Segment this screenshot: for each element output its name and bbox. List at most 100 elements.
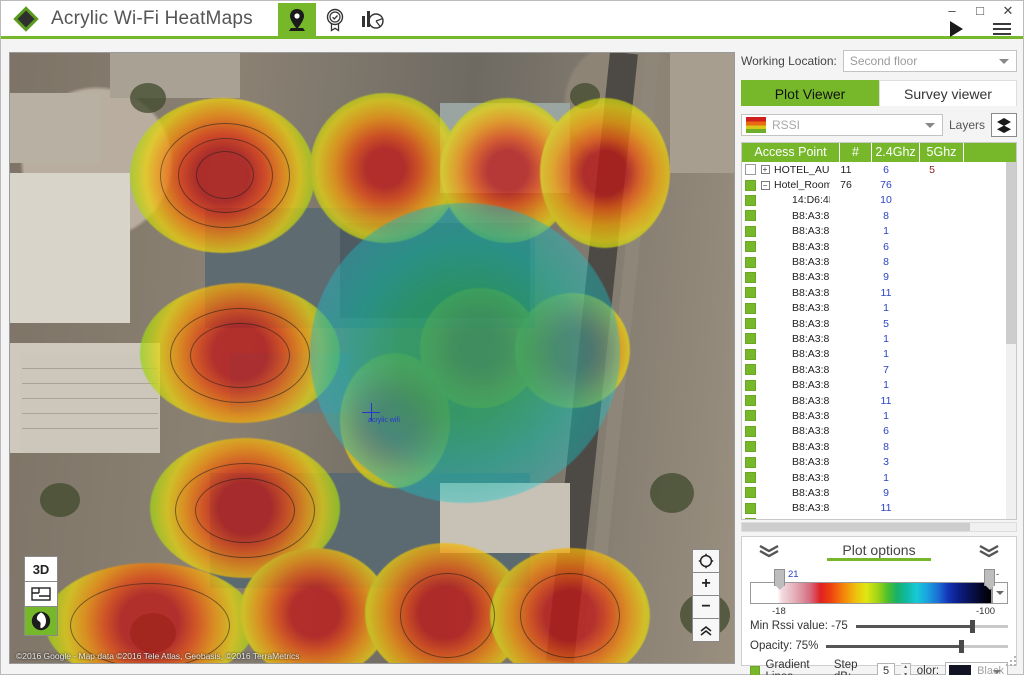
gradient-lines-checkbox[interactable] bbox=[750, 665, 760, 675]
plot-options-header: Plot options bbox=[742, 537, 1016, 563]
table-row[interactable]: B8:A3:86:05:99:8D 5 bbox=[742, 316, 1006, 331]
row-access-point: B8:A3:86:05:9A:2A bbox=[792, 425, 830, 438]
table-row[interactable]: 14:D6:4D:A9:21:08 10 bbox=[742, 193, 1006, 208]
quality-badge-icon[interactable] bbox=[316, 3, 354, 37]
table-horizontal-scrollbar[interactable] bbox=[741, 522, 1017, 532]
table-row[interactable]: B8:A3:86:05:9A:F0 9 bbox=[742, 485, 1006, 500]
slider-knob[interactable] bbox=[958, 639, 964, 653]
row-checkbox[interactable] bbox=[744, 256, 756, 268]
compass-button[interactable] bbox=[692, 549, 720, 573]
layers-stack-icon[interactable] bbox=[991, 113, 1017, 137]
tab-plot-viewer[interactable]: Plot Viewer bbox=[741, 80, 879, 106]
row-checkbox[interactable] bbox=[744, 379, 756, 391]
row-expander[interactable]: − bbox=[760, 180, 770, 190]
column-access-point[interactable]: Access Point bbox=[742, 143, 840, 162]
zoom-out-button[interactable]: − bbox=[692, 595, 720, 619]
min-rssi-slider[interactable] bbox=[855, 619, 1008, 633]
charts-report-icon[interactable] bbox=[354, 3, 392, 37]
row-checkbox[interactable] bbox=[744, 302, 756, 314]
double-chevron-down-icon[interactable] bbox=[976, 542, 1002, 558]
table-row[interactable]: B8:A3:86:05:9A:2A 6 bbox=[742, 424, 1006, 439]
table-row[interactable]: B8:A3:86:05:9A:13 1 bbox=[742, 408, 1006, 423]
heatmap-canvas[interactable]: acrylic wifi 3D + − ©2016 Google - Map d… bbox=[9, 52, 735, 664]
working-location-select[interactable]: Second floor bbox=[842, 50, 1017, 72]
row-checkbox[interactable] bbox=[744, 271, 756, 283]
scrollbar-thumb[interactable] bbox=[1006, 162, 1016, 344]
row-checkbox[interactable] bbox=[744, 395, 756, 407]
map-pin-icon[interactable] bbox=[278, 3, 316, 37]
row-checkbox[interactable] bbox=[744, 241, 756, 253]
table-vertical-scrollbar[interactable] bbox=[1006, 162, 1016, 519]
table-row[interactable]: B8:A3:86:05:99:22 8 bbox=[742, 208, 1006, 223]
hamburger-menu-icon[interactable] bbox=[993, 20, 1011, 38]
row-checkbox[interactable] bbox=[744, 194, 756, 206]
row-24ghz: 6 bbox=[883, 425, 889, 438]
row-checkbox[interactable] bbox=[744, 441, 756, 453]
gradient-bar[interactable] bbox=[750, 582, 992, 604]
gradient-max-handle[interactable] bbox=[774, 569, 785, 590]
row-checkbox[interactable] bbox=[744, 318, 756, 330]
row-checkbox-cell bbox=[742, 379, 758, 391]
floorplan-button[interactable] bbox=[24, 581, 58, 607]
table-row[interactable]: B8:A3:86:05:99:26 1 bbox=[742, 224, 1006, 239]
table-row[interactable]: B8:A3:86:05:9A:FB 2 bbox=[742, 516, 1006, 519]
table-row[interactable]: B8:A3:86:05:99:FE 1 bbox=[742, 377, 1006, 392]
scrollbar-thumb[interactable] bbox=[742, 523, 970, 531]
maximize-button[interactable]: □ bbox=[973, 4, 987, 17]
table-row[interactable]: B8:A3:86:05:9A:06 11 bbox=[742, 393, 1006, 408]
table-row[interactable]: B8:A3:86:05:9A:DC 8 bbox=[742, 439, 1006, 454]
row-checkbox[interactable] bbox=[744, 518, 756, 519]
step-db-stepper[interactable]: ▲ ▼ bbox=[901, 662, 911, 675]
row-checkbox[interactable] bbox=[744, 456, 756, 468]
row-checkbox[interactable] bbox=[744, 164, 756, 176]
row-checkbox[interactable] bbox=[744, 472, 756, 483]
column-24ghz[interactable]: 2.4Ghz bbox=[872, 143, 920, 162]
table-row[interactable]: B8:A3:86:05:99:84 11 bbox=[742, 285, 1006, 300]
row-checkbox-cell bbox=[742, 472, 758, 483]
row-checkbox[interactable] bbox=[744, 333, 756, 345]
resize-grip[interactable] bbox=[1006, 656, 1018, 668]
column-5ghz[interactable]: 5Ghz bbox=[920, 143, 964, 162]
table-row[interactable]: B8:A3:86:05:99:FD 7 bbox=[742, 362, 1006, 377]
gradient-color-select[interactable]: Black bbox=[945, 661, 1008, 675]
tab-survey-viewer[interactable]: Survey viewer bbox=[879, 80, 1017, 106]
row-checkbox[interactable] bbox=[744, 410, 756, 422]
step-db-input[interactable]: 5 bbox=[876, 662, 896, 675]
row-checkbox[interactable] bbox=[744, 364, 756, 376]
row-access-point: 14:D6:4D:A9:21:08 bbox=[792, 194, 830, 207]
row-checkbox[interactable] bbox=[744, 210, 756, 222]
3d-view-button[interactable]: 3D bbox=[24, 556, 58, 582]
row-checkbox[interactable] bbox=[744, 225, 756, 237]
table-row[interactable]: + HOTEL_AUDITORIUM 11 6 5 bbox=[742, 162, 1006, 177]
table-row[interactable]: B8:A3:86:05:99:8B 1 bbox=[742, 301, 1006, 316]
zoom-in-button[interactable]: + bbox=[692, 572, 720, 596]
row-checkbox[interactable] bbox=[744, 487, 756, 499]
metric-select[interactable]: RSSI bbox=[741, 114, 943, 136]
table-row[interactable]: B8:A3:86:05:9A:DE 3 bbox=[742, 454, 1006, 469]
table-row[interactable]: B8:A3:86:05:99:30 8 bbox=[742, 254, 1006, 269]
table-row[interactable]: −Hotel_Rooms 76 76 bbox=[742, 177, 1006, 192]
row-checkbox[interactable] bbox=[744, 502, 756, 514]
row-expander[interactable]: + bbox=[760, 165, 770, 175]
row-checkbox[interactable] bbox=[744, 348, 756, 360]
column-count[interactable]: # bbox=[840, 143, 872, 162]
play-icon[interactable] bbox=[950, 20, 963, 37]
row-checkbox[interactable] bbox=[744, 425, 756, 437]
row-checkbox[interactable] bbox=[744, 287, 756, 299]
gradient-min-handle[interactable] bbox=[984, 569, 995, 590]
double-chevron-down-icon[interactable] bbox=[756, 542, 782, 558]
table-row[interactable]: B8:A3:86:05:99:7F 9 bbox=[742, 270, 1006, 285]
table-row[interactable]: B8:A3:86:05:99:2B 6 bbox=[742, 239, 1006, 254]
row-access-point: B8:A3:86:05:9A:FB bbox=[772, 518, 830, 519]
table-row[interactable]: B8:A3:86:05:99:D2 1 bbox=[742, 331, 1006, 346]
satellite-globe-button[interactable] bbox=[24, 606, 58, 636]
table-row[interactable]: B8:A3:86:05:9A:F8 11 bbox=[742, 501, 1006, 516]
close-button[interactable]: ✕ bbox=[1001, 4, 1015, 17]
table-row[interactable]: B8:A3:86:05:9A:E9 1 bbox=[742, 470, 1006, 485]
minimize-button[interactable]: – bbox=[945, 4, 959, 17]
slider-knob[interactable] bbox=[969, 619, 975, 633]
table-row[interactable]: B8:A3:86:05:99:D5 1 bbox=[742, 347, 1006, 362]
collapse-panel-button[interactable] bbox=[692, 618, 720, 642]
row-checkbox[interactable] bbox=[744, 179, 756, 191]
opacity-slider[interactable] bbox=[826, 639, 1008, 653]
